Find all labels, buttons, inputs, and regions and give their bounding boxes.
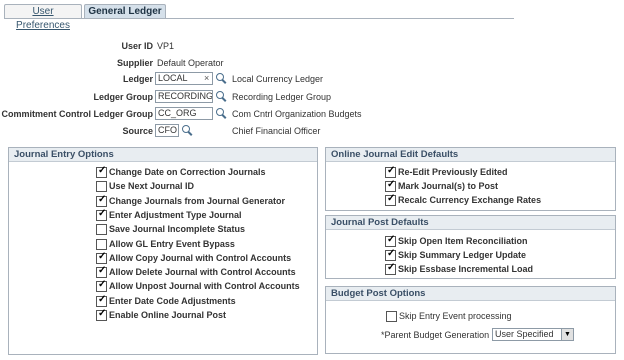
supplier-value: Default Operator (157, 58, 224, 68)
journal-post-defaults-group: Journal Post Defaults ✓ Skip Open Item Re… (325, 215, 616, 279)
checkbox[interactable] (96, 224, 107, 236)
cc-ledger-group-input[interactable]: CC_ORG (155, 107, 213, 120)
checkbox-label: Allow Unpost Journal with Control Accoun… (109, 281, 300, 292)
checkmark-icon: ✓ (98, 207, 107, 219)
checkbox-label: Enter Adjustment Type Journal (109, 209, 242, 220)
checkbox-label: Allow Delete Journal with Control Accoun… (109, 267, 296, 278)
checkmark-icon: ✓ (98, 165, 107, 176)
dropdown-arrow-icon[interactable]: ▼ (561, 329, 573, 340)
cc-ledger-group-lookup-icon[interactable] (216, 108, 227, 119)
checkbox-label: Recalc Currency Exchange Rates (398, 195, 542, 205)
checkbox-label: Change Journals from Journal Generator (109, 195, 286, 206)
checkmark-icon: ✓ (98, 279, 107, 291)
checkbox[interactable]: ✓ (96, 308, 107, 321)
ledger-label: Ledger (122, 74, 153, 84)
clear-icon[interactable]: × (204, 73, 209, 83)
checkbox[interactable]: ✓ (96, 207, 107, 221)
checkbox[interactable] (96, 238, 107, 250)
tab-user-preferences[interactable]: User Preferences (4, 4, 82, 31)
online-journal-edit-defaults-title: Online Journal Edit Defaults (326, 148, 615, 162)
checkmark-icon: ✓ (387, 262, 396, 273)
checkbox[interactable]: ✓ (96, 265, 107, 279)
skip-entry-event-checkbox[interactable] (386, 311, 397, 322)
checkbox[interactable]: ✓ (96, 293, 107, 307)
journal-entry-options-title: Journal Entry Options (9, 148, 317, 162)
checkbox-label: Allow Copy Journal with Control Accounts (109, 252, 292, 263)
checkbox[interactable]: ✓ (96, 165, 107, 178)
checkbox[interactable] (96, 181, 107, 193)
checkmark-icon: ✓ (98, 308, 107, 319)
checkbox[interactable]: ✓ (385, 179, 396, 192)
tab-divider (4, 18, 514, 19)
budget-post-options-title: Budget Post Options (326, 287, 615, 301)
cc-ledger-group-label: Commitment Control Ledger Group (1, 109, 154, 119)
source-lookup-icon[interactable] (182, 125, 193, 136)
checkbox-label: Change Date on Correction Journals (109, 167, 266, 177)
checkbox-label: Use Next Journal ID (109, 181, 195, 192)
checkmark-icon: ✓ (387, 193, 396, 204)
journal-post-defaults-title: Journal Post Defaults (326, 216, 615, 230)
source-description: Chief Financial Officer (232, 126, 321, 136)
checkmark-icon: ✓ (98, 265, 107, 277)
checkmark-icon: ✓ (387, 234, 396, 245)
checkbox[interactable]: ✓ (385, 234, 396, 247)
ledger-group-label: Ledger Group (93, 92, 153, 102)
parent-budget-generation-select[interactable]: User Specified ▼ (492, 328, 574, 341)
checkmark-icon: ✓ (98, 250, 107, 262)
checkbox-label: Save Journal Incomplete Status (109, 224, 246, 235)
tab-general-ledger[interactable]: General Ledger (84, 4, 166, 18)
checkbox-label: Allow GL Entry Event Bypass (109, 238, 235, 249)
ledger-group-input[interactable]: RECORDING (155, 90, 213, 103)
checkmark-icon: ✓ (98, 293, 107, 305)
checkbox[interactable]: ✓ (385, 165, 396, 178)
source-label: Source (122, 126, 153, 136)
checkmark-icon: ✓ (98, 193, 107, 205)
skip-entry-event-label: Skip Entry Event processing (399, 311, 512, 321)
checkmark-icon: ✓ (387, 248, 396, 259)
checkbox-label: Enable Online Journal Post (109, 310, 227, 320)
checkbox-label: Skip Summary Ledger Update (398, 250, 527, 260)
checkbox[interactable]: ✓ (385, 193, 396, 206)
parent-budget-generation-value: User Specified (495, 329, 554, 339)
checkmark-icon: ✓ (387, 179, 396, 190)
online-journal-edit-defaults-group: Online Journal Edit Defaults ✓ Re-Edit Pr… (325, 147, 616, 211)
checkbox[interactable]: ✓ (96, 250, 107, 264)
source-input[interactable]: CFO (155, 124, 179, 137)
user-id-value: VP1 (157, 41, 175, 51)
checkbox-label: Re-Edit Previously Edited (398, 167, 508, 177)
checkbox[interactable]: ✓ (385, 262, 396, 275)
checkmark-icon: ✓ (387, 165, 396, 176)
checkbox-label: Skip Essbase Incremental Load (398, 264, 534, 274)
checkbox-label: Skip Open Item Reconciliation (398, 236, 528, 246)
checkbox[interactable]: ✓ (96, 279, 107, 293)
ledger-description: Local Currency Ledger (232, 74, 324, 84)
parent-budget-generation-label: *Parent Budget Generation (381, 330, 490, 340)
journal-entry-options-group: Journal Entry Options ✓ Change Date on Co… (8, 147, 318, 355)
checkbox-label: Mark Journal(s) to Post (398, 181, 499, 191)
ledger-lookup-icon[interactable] (216, 73, 227, 84)
supplier-label: Supplier (116, 58, 153, 68)
user-id-label: User ID (121, 41, 153, 51)
budget-post-options-group: Budget Post Options Skip Entry Event pro… (325, 286, 616, 354)
ledger-group-lookup-icon[interactable] (216, 91, 227, 102)
checkbox[interactable]: ✓ (385, 248, 396, 261)
ledger-group-description: Recording Ledger Group (232, 92, 332, 102)
checkbox[interactable]: ✓ (96, 193, 107, 207)
checkbox-label: Enter Date Code Adjustments (109, 295, 236, 306)
cc-ledger-group-description: Com Cntrl Organization Budgets (232, 109, 362, 119)
